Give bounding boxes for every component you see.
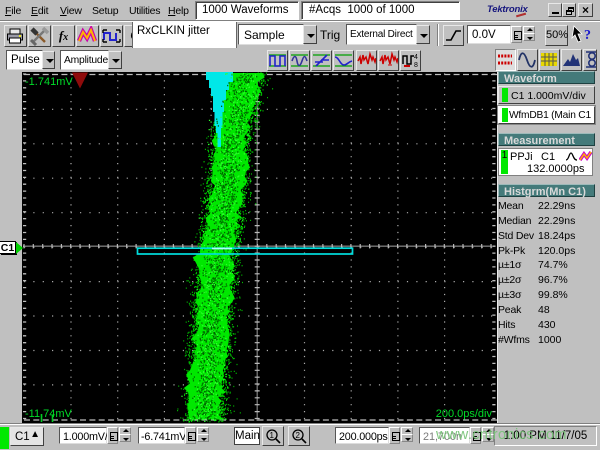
svg-text:200.0ps/div: 200.0ps/div	[436, 408, 493, 420]
svg-text:8: 8	[414, 62, 418, 69]
svg-text:-11.74mV: -11.74mV	[25, 408, 73, 420]
svg-text:-1.741mV: -1.741mV	[25, 76, 73, 88]
svg-text:?: ?	[584, 28, 591, 43]
svg-text:2: 2	[296, 431, 301, 440]
svg-text:4: 4	[414, 54, 418, 61]
svg-text:1: 1	[270, 431, 275, 440]
